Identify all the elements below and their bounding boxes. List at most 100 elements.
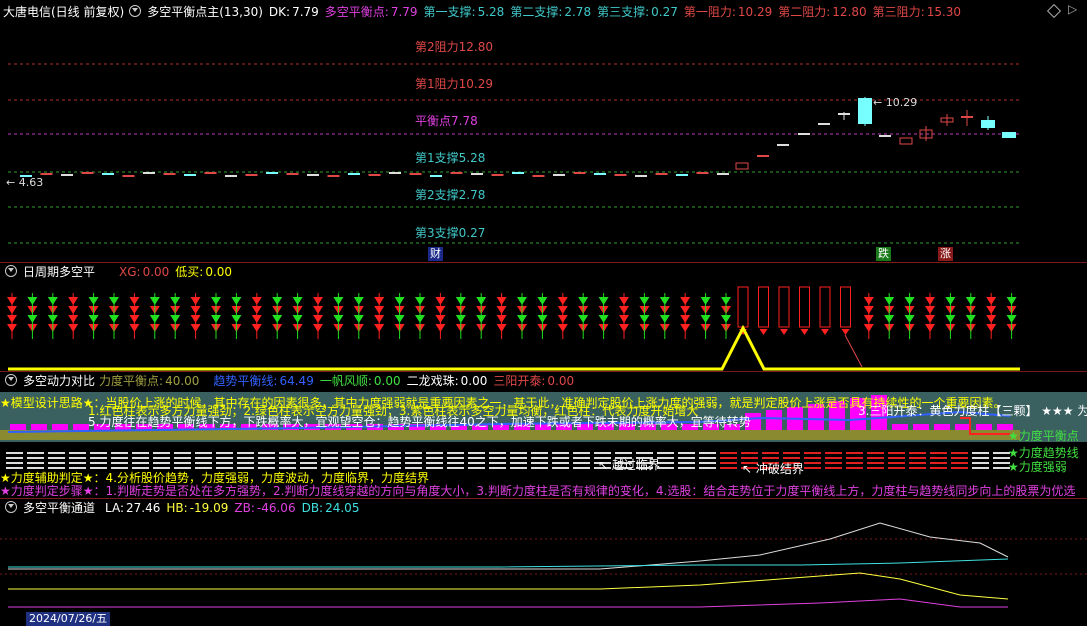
strength-stripe xyxy=(930,457,947,459)
strength-stripe xyxy=(174,467,191,469)
strength-stripe xyxy=(972,452,989,454)
strength-stripe xyxy=(321,452,338,454)
candle xyxy=(696,172,709,174)
period-panel[interactable]: 日周期多空平 XG: 0.00 低买: 0.00 xyxy=(0,263,1087,371)
strength-stripe xyxy=(825,467,842,469)
candle xyxy=(184,174,196,176)
strength-stripe xyxy=(363,452,380,454)
channel-panel[interactable]: 多空平衡通道 LA: 27.46 HB: -19.09 ZB: -46.06 DB: 24.05… xyxy=(0,499,1087,626)
candle xyxy=(532,175,545,177)
strength-stripe xyxy=(489,462,506,464)
strength-stripe xyxy=(930,452,947,454)
strength-stripe xyxy=(867,452,884,454)
candle xyxy=(122,175,135,177)
strength-stripe xyxy=(699,452,716,454)
strength-stripe xyxy=(48,452,65,454)
strength-stripe xyxy=(27,467,44,469)
strength-stripe xyxy=(909,462,926,464)
candle xyxy=(409,173,422,175)
strength-stripe xyxy=(69,462,86,464)
strength-stripe xyxy=(804,462,821,464)
strength-stripe xyxy=(573,462,590,464)
event-tag-die[interactable]: 跌 xyxy=(876,247,891,261)
strength-stripe xyxy=(468,462,485,464)
signal-arrow xyxy=(821,329,829,335)
strength-stripe xyxy=(573,457,590,459)
strength-stripe xyxy=(321,457,338,459)
force-bar xyxy=(976,424,992,430)
strength-stripe xyxy=(510,462,527,464)
strength-stripe xyxy=(300,462,317,464)
strength-stripe xyxy=(678,452,695,454)
candle xyxy=(512,172,524,174)
strength-stripe xyxy=(426,467,443,469)
strength-stripe xyxy=(930,462,947,464)
strength-stripe xyxy=(6,462,23,464)
strength-stripe xyxy=(279,457,296,459)
strength-stripe xyxy=(48,457,65,459)
strength-stripe xyxy=(90,457,107,459)
strength-stripe xyxy=(489,452,506,454)
candle xyxy=(81,172,94,174)
strength-stripe xyxy=(720,467,737,469)
strength-stripe xyxy=(195,457,212,459)
strength-stripe xyxy=(237,467,254,469)
strength-stripe xyxy=(405,462,422,464)
strength-stripe xyxy=(258,467,275,469)
event-tag-cai[interactable]: 财 xyxy=(428,247,443,261)
strength-stripe xyxy=(867,462,884,464)
strength-stripe xyxy=(237,457,254,459)
strength-stripe xyxy=(300,452,317,454)
strength-stripe xyxy=(111,467,128,469)
strength-stripe xyxy=(174,452,191,454)
candle xyxy=(307,174,319,176)
strength-stripe xyxy=(615,452,632,454)
strength-stripe xyxy=(720,462,737,464)
strength-stripe xyxy=(321,462,338,464)
strength-stripe xyxy=(636,452,653,454)
strength-stripe xyxy=(552,467,569,469)
strength-stripe xyxy=(867,467,884,469)
level-resist2-label: 第2阻力12.80 xyxy=(415,40,493,54)
strength-stripe xyxy=(531,457,548,459)
signal-arrow xyxy=(780,329,788,335)
strength-stripe xyxy=(888,467,905,469)
strength-stripe xyxy=(552,462,569,464)
strength-stripe xyxy=(972,467,989,469)
strength-stripe xyxy=(951,462,968,464)
strength-stripe xyxy=(720,457,737,459)
strength-stripe xyxy=(552,457,569,459)
strength-stripe xyxy=(216,467,233,469)
candle xyxy=(163,173,176,175)
strength-stripe xyxy=(216,457,233,459)
candle xyxy=(430,175,442,177)
signal-box xyxy=(840,286,851,328)
candle xyxy=(245,174,258,176)
strength-stripe xyxy=(678,457,695,459)
strength-stripe xyxy=(216,452,233,454)
strength-stripe xyxy=(657,452,674,454)
candle xyxy=(676,174,688,176)
level-support3-label: 第3支撑0.27 xyxy=(415,226,486,240)
strength-stripe xyxy=(447,452,464,454)
strength-stripe xyxy=(741,457,758,459)
strength-stripe xyxy=(405,452,422,454)
strength-stripe xyxy=(321,467,338,469)
signal-box xyxy=(758,286,769,328)
strength-stripe xyxy=(426,452,443,454)
strength-stripe xyxy=(132,452,149,454)
strength-stripe xyxy=(972,462,989,464)
strength-stripe xyxy=(132,457,149,459)
strength-stripe xyxy=(174,457,191,459)
power-panel[interactable]: 多空动力对比 力度平衡点: 40.00 趋势平衡线: 64.49 一帆风顺: 0.00 二龙戏… xyxy=(0,372,1087,498)
force-bar xyxy=(52,424,68,430)
strength-stripe xyxy=(888,452,905,454)
strength-stripe xyxy=(867,457,884,459)
trend-rule-text: 5.力度往在趋势平衡线下方，下跌概率大，宜观望空仓；趋势平衡线往40之下，加速下… xyxy=(88,415,751,429)
strength-stripe xyxy=(573,467,590,469)
event-tag-zhang[interactable]: 涨 xyxy=(938,247,953,261)
strength-stripe xyxy=(174,462,191,464)
main-chart-panel[interactable]: 大唐电信(日线 前复权) 多空平衡点主(13,30) DK: 7.79 多空平衡点: 7.… xyxy=(0,0,1087,262)
strength-stripe xyxy=(195,467,212,469)
strength-stripe xyxy=(27,457,44,459)
